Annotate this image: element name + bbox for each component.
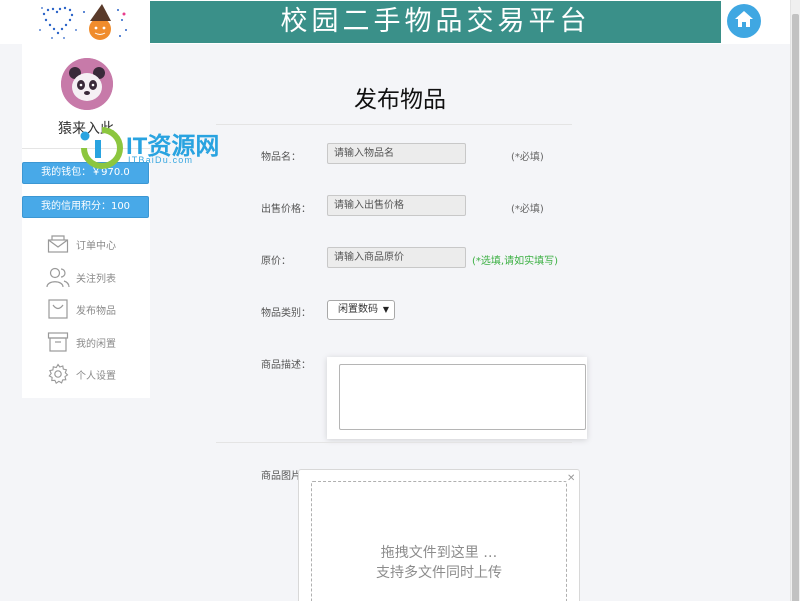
file-dropzone[interactable] <box>311 481 567 601</box>
dropzone-hint-primary: 拖拽文件到这里 … <box>380 545 498 561</box>
scrollbar-thumb[interactable] <box>792 14 799 601</box>
section-divider <box>216 442 572 443</box>
original-price-input[interactable]: 请输入商品原价 <box>327 247 466 268</box>
item-name-required-hint: (*必填) <box>511 152 544 163</box>
sidebar-item-publish[interactable]: 发布物品 <box>46 296 150 322</box>
description-label: 商品描述： <box>261 360 311 371</box>
description-panel <box>327 357 587 439</box>
original-price-optional-hint: (*选填,请如实填写) <box>472 256 558 267</box>
site-logo[interactable] <box>22 0 150 44</box>
sidebar-item-label: 关注列表 <box>76 273 116 285</box>
watermark-subtext: ITBaiDu.com <box>128 155 194 165</box>
sale-price-label: 出售价格： <box>261 204 311 215</box>
sidebar-item-label: 订单中心 <box>76 240 116 252</box>
sale-price-input[interactable]: 请输入出售价格 <box>327 195 466 216</box>
sidebar-item-idle-items[interactable]: 我的闲置 <box>46 329 150 355</box>
users-icon <box>46 265 70 289</box>
description-textarea[interactable] <box>339 364 586 430</box>
archive-box-icon <box>46 330 70 354</box>
page-title: 发布物品 <box>354 87 446 113</box>
sidebar-item-orders[interactable]: 订单中心 <box>46 231 150 257</box>
page-scrollbar[interactable] <box>790 0 800 601</box>
dropdown-caret-icon: ▼ <box>382 305 389 314</box>
sidebar-item-label: 我的闲置 <box>76 338 116 350</box>
envelope-icon <box>46 232 70 256</box>
gear-icon <box>46 362 70 386</box>
sidebar-item-settings[interactable]: 个人设置 <box>46 361 150 387</box>
close-icon[interactable]: ✕ <box>567 473 575 484</box>
category-select[interactable]: 闲置数码 ▼ <box>327 300 395 320</box>
avatar[interactable] <box>61 58 113 110</box>
sidebar: 猿来入此 我的钱包：￥970.0 我的信用积分：100 订单中心 关注列表 发布… <box>22 44 150 398</box>
sidebar-item-label: 个人设置 <box>76 370 116 382</box>
original-price-label: 原价： <box>261 256 291 267</box>
home-icon <box>733 9 755 33</box>
dropzone-hint-secondary: 支持多文件同时上传 <box>376 565 502 581</box>
credit-score-button[interactable]: 我的信用积分：100 <box>22 196 149 218</box>
sale-price-required-hint: (*必填) <box>511 204 544 215</box>
category-label: 物品类别： <box>261 308 311 319</box>
sidebar-item-following[interactable]: 关注列表 <box>46 264 150 290</box>
title-divider <box>216 124 572 125</box>
header: 校园二手物品交易平台 <box>0 0 790 44</box>
home-button[interactable] <box>727 4 761 38</box>
watermark: IT资源网 ITBaiDu.com <box>76 120 256 170</box>
shopping-bag-icon <box>46 297 70 321</box>
category-select-value: 闲置数码 <box>338 304 378 315</box>
site-banner-title: 校园二手物品交易平台 <box>150 1 721 43</box>
sidebar-item-label: 发布物品 <box>76 305 116 317</box>
item-name-input[interactable]: 请输入物品名 <box>327 143 466 164</box>
item-name-label: 物品名： <box>261 152 301 163</box>
